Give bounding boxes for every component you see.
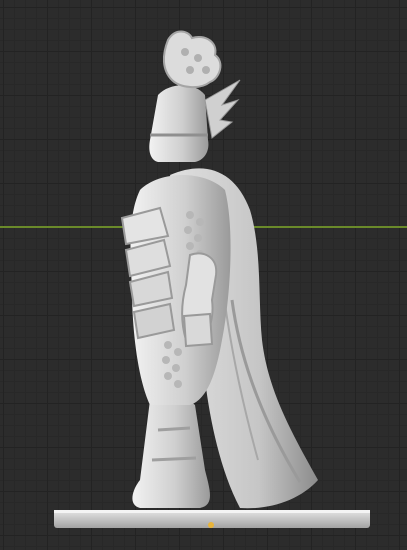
helmet-crest [162,30,222,88]
figure-legs [132,396,210,508]
figure-helmet [149,85,209,162]
knight-figure-model[interactable] [0,0,407,550]
3d-viewport[interactable] [0,0,407,550]
origin-point-marker[interactable] [208,522,214,528]
